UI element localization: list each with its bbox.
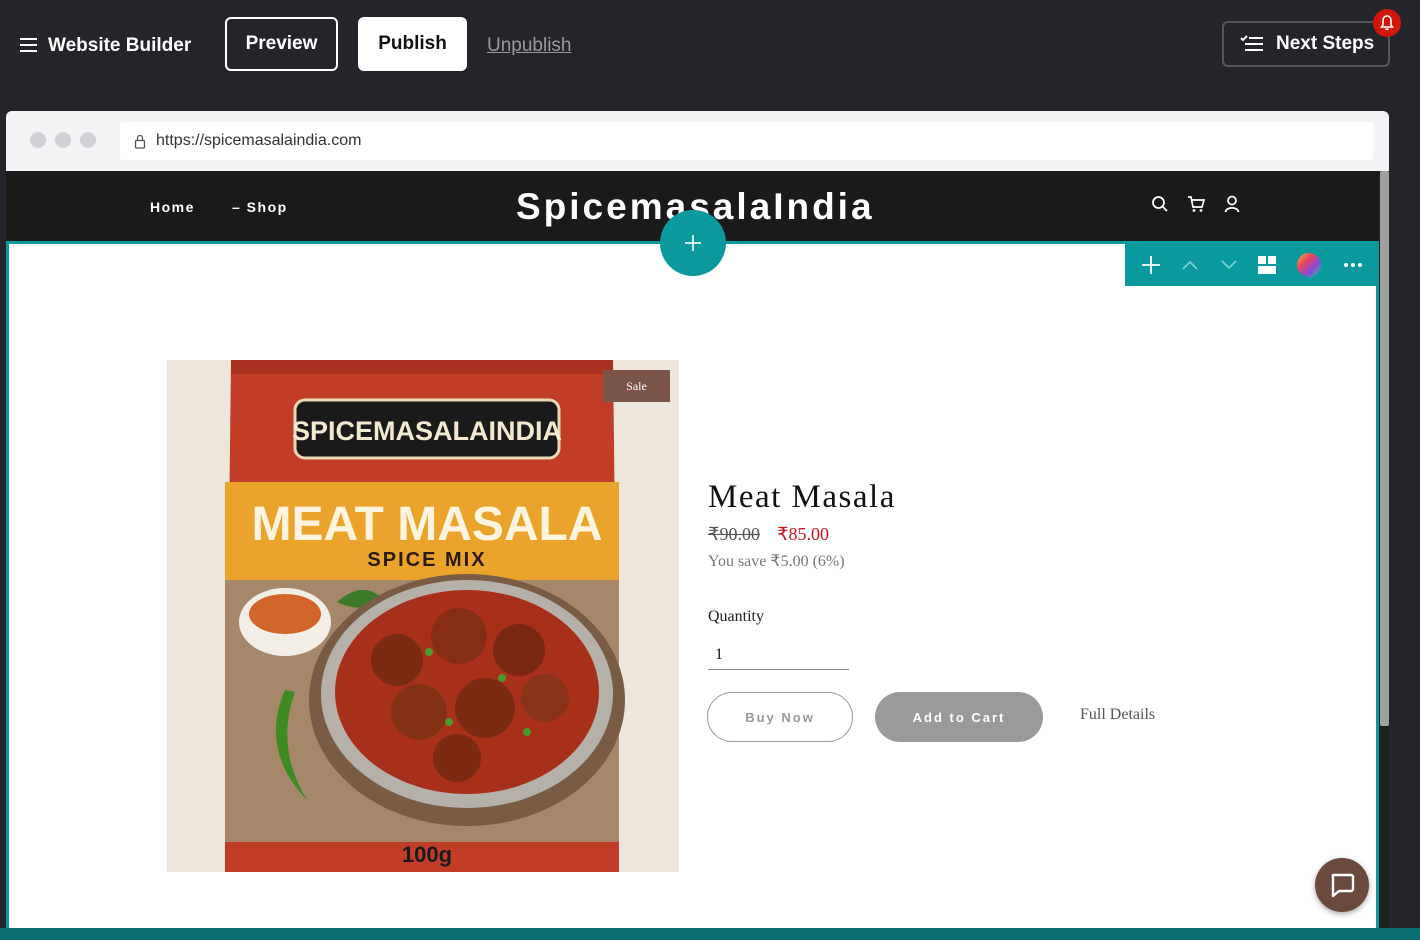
packet-brand: SPICEMASALAINDIA <box>292 416 562 446</box>
bottom-strip <box>0 928 1420 940</box>
sale-price: ₹85.00 <box>777 524 829 544</box>
editor-topbar: Website Builder Preview Publish Unpublis… <box>0 0 1420 100</box>
window-controls <box>30 132 96 148</box>
next-steps-label: Next Steps <box>1276 33 1375 54</box>
layout-icon[interactable] <box>1258 256 1277 274</box>
publish-button[interactable]: Publish <box>358 17 467 71</box>
add-section-button[interactable] <box>660 210 726 276</box>
product-title: Meat Masala <box>708 479 896 515</box>
chat-icon <box>1331 873 1355 898</box>
lock-icon <box>134 134 146 149</box>
browser-frame: https://spicemasalaindia.com Home – Shop… <box>6 111 1389 940</box>
cart-icon[interactable] <box>1187 195 1206 213</box>
move-down-icon[interactable] <box>1220 259 1238 271</box>
packet-sub: SPICE MIX <box>367 549 486 571</box>
packet-weight: 100g <box>402 842 452 867</box>
sale-badge: Sale <box>603 370 670 402</box>
plus-icon <box>685 235 701 251</box>
buy-now-button[interactable]: Buy Now <box>707 692 853 742</box>
chat-button[interactable] <box>1315 858 1369 912</box>
scrollbar[interactable] <box>1380 171 1389 726</box>
full-details-link[interactable]: Full Details <box>1080 706 1155 724</box>
add-to-cart-button[interactable]: Add to Cart <box>875 692 1043 742</box>
product-image[interactable]: SPICEMASALAINDIA MEAT MASALA SPICE MIX 1… <box>167 360 679 872</box>
theme-color-icon[interactable] <box>1296 252 1322 278</box>
app-title: Website Builder <box>48 35 192 56</box>
section-toolbar <box>1125 244 1379 286</box>
more-options-icon[interactable] <box>1343 262 1363 268</box>
url-text: https://spicemasalaindia.com <box>156 132 362 149</box>
quantity-label: Quantity <box>708 608 764 625</box>
original-price: ₹90.00 <box>708 524 760 544</box>
search-icon[interactable] <box>1151 195 1169 213</box>
unpublish-link[interactable]: Unpublish <box>487 35 572 57</box>
checklist-icon <box>1240 35 1263 51</box>
quantity-input[interactable] <box>708 640 849 670</box>
move-up-icon[interactable] <box>1181 259 1199 271</box>
nav-shop[interactable]: – Shop <box>232 199 288 215</box>
preview-button[interactable]: Preview <box>225 17 338 71</box>
add-block-icon[interactable] <box>1141 255 1161 275</box>
address-bar[interactable]: https://spicemasalaindia.com <box>120 122 1373 160</box>
notification-bell-icon[interactable] <box>1373 9 1401 37</box>
account-icon[interactable] <box>1224 195 1240 213</box>
hamburger-menu-icon[interactable] <box>20 38 37 52</box>
packet-name: MEAT MASALA <box>251 498 602 551</box>
next-steps-button[interactable]: Next Steps <box>1222 21 1390 67</box>
savings-text: You save ₹5.00 (6%) <box>708 553 845 570</box>
header-icons <box>1151 195 1240 213</box>
nav-home[interactable]: Home <box>150 199 195 215</box>
